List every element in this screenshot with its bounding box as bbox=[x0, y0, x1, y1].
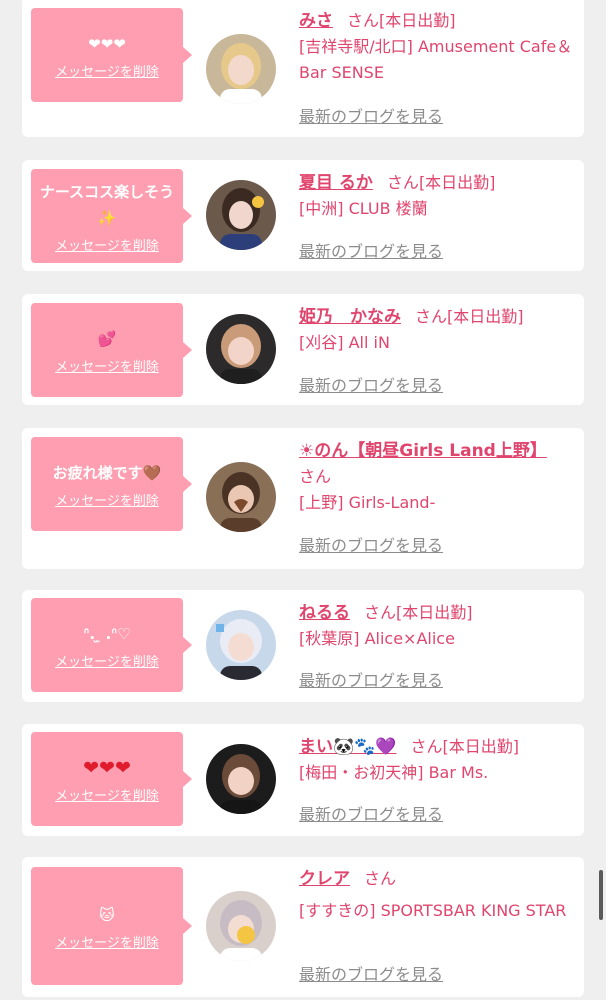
honorific: さん bbox=[415, 307, 448, 326]
cast-info: 姫乃 かなみ さん[本日出勤] [刈谷] All iN bbox=[299, 304, 577, 356]
message-card: ❤❤❤ メッセージを削除 みさ さん[本日出勤] [吉祥寺駅/北口] Amusem… bbox=[22, 0, 584, 137]
message-card: 💕 メッセージを削除 姫乃 かなみ さん[本日出勤] [刈谷] All iN 最新… bbox=[22, 294, 584, 405]
message-bubble: お疲れ様です🤎 メッセージを削除 bbox=[31, 437, 192, 531]
delete-message-link[interactable]: メッセージを削除 bbox=[55, 932, 159, 951]
shop-name: [刈谷] All iN bbox=[299, 333, 390, 352]
latest-blog-link[interactable]: 最新のブログを見る bbox=[299, 103, 443, 127]
cast-name-link[interactable]: ねるる bbox=[299, 603, 350, 623]
shop-name: [梅田・お初天神] Bar Ms. bbox=[299, 763, 489, 782]
delete-message-link[interactable]: メッセージを削除 bbox=[55, 235, 159, 254]
honorific: さん bbox=[386, 173, 419, 192]
message-feed: ❤❤❤ メッセージを削除 みさ さん[本日出勤] [吉祥寺駅/北口] Amusem… bbox=[0, 0, 606, 1000]
message-card: ❤❤❤ メッセージを削除 まい🐼🐾💜 さん[本日出勤] [梅田・お初天神] Bar… bbox=[22, 724, 584, 836]
message-bubble: ᐢ. ̫ .ᐢ♡ メッセージを削除 bbox=[31, 598, 192, 692]
delete-message-link[interactable]: メッセージを削除 bbox=[55, 651, 159, 670]
avatar[interactable] bbox=[206, 610, 276, 680]
avatar[interactable] bbox=[206, 744, 276, 814]
latest-blog-link[interactable]: 最新のブログを見る bbox=[299, 961, 443, 985]
message-bubble: ❤❤❤ メッセージを削除 bbox=[31, 8, 192, 102]
shop-name: [秋葉原] Alice×Alice bbox=[299, 629, 455, 648]
message-card: ᐢ. ̫ .ᐢ♡ メッセージを削除 ねるる さん[本日出勤] [秋葉原] Alic… bbox=[22, 590, 584, 702]
cast-info: ねるる さん[本日出勤] [秋葉原] Alice×Alice bbox=[299, 600, 577, 652]
shop-name: [すすきの] SPORTSBAR KING STAR bbox=[299, 901, 567, 920]
cast-name-link[interactable]: 夏目 るか bbox=[299, 173, 373, 193]
cast-info: 夏目 るか さん[本日出勤] [中洲] CLUB 楼蘭 bbox=[299, 170, 577, 222]
honorific: さん bbox=[364, 869, 397, 888]
status-badge: [本日出勤] bbox=[418, 173, 496, 192]
delete-message-link[interactable]: メッセージを削除 bbox=[55, 61, 159, 80]
cast-photo-icon bbox=[206, 610, 276, 680]
cast-name-link[interactable]: まい🐼🐾💜 bbox=[299, 737, 397, 757]
message-text: 💕 bbox=[97, 329, 117, 348]
message-bubble: 💕 メッセージを削除 bbox=[31, 303, 192, 397]
message-bubble: 🐱 メッセージを削除 bbox=[31, 867, 192, 985]
latest-blog-link[interactable]: 最新のブログを見る bbox=[299, 238, 443, 262]
shop-name: [吉祥寺駅/北口] Amusement Cafe＆Bar SENSE bbox=[299, 37, 573, 82]
message-text: ナースコス楽しそう✨ bbox=[39, 182, 175, 227]
cast-photo-icon bbox=[206, 462, 276, 532]
delete-message-link[interactable]: メッセージを削除 bbox=[55, 356, 159, 375]
cast-photo-icon bbox=[206, 744, 276, 814]
honorific: さん bbox=[299, 467, 332, 486]
cast-photo-icon bbox=[206, 180, 276, 250]
latest-blog-link[interactable]: 最新のブログを見る bbox=[299, 801, 443, 825]
message-text: ᐢ. ̫ .ᐢ♡ bbox=[83, 624, 131, 643]
cast-name-link[interactable]: みさ bbox=[299, 11, 333, 31]
message-card: お疲れ様です🤎 メッセージを削除 ☀のん【朝昼Girls Land上野】 さん [… bbox=[22, 428, 584, 569]
shop-name: [中洲] CLUB 楼蘭 bbox=[299, 199, 428, 218]
cast-info: みさ さん[本日出勤] [吉祥寺駅/北口] Amusement Cafe＆Bar … bbox=[299, 8, 577, 86]
cast-photo-icon bbox=[206, 34, 276, 104]
message-text: お疲れ様です🤎 bbox=[52, 463, 162, 482]
status-badge: [本日出勤] bbox=[379, 11, 456, 30]
message-bubble: ナースコス楽しそう✨ メッセージを削除 bbox=[31, 169, 192, 263]
avatar[interactable] bbox=[206, 891, 276, 961]
delete-message-link[interactable]: メッセージを削除 bbox=[55, 490, 159, 509]
scrollbar[interactable] bbox=[599, 870, 603, 920]
latest-blog-link[interactable]: 最新のブログを見る bbox=[299, 372, 443, 396]
status-badge: [本日出勤] bbox=[447, 307, 524, 326]
cast-info: クレア さん [すすきの] SPORTSBAR KING STAR bbox=[299, 866, 577, 924]
message-text: 🐱 bbox=[99, 905, 115, 924]
cast-name-link[interactable]: ☀のん【朝昼Girls Land上野】 bbox=[299, 441, 547, 461]
latest-blog-link[interactable]: 最新のブログを見る bbox=[299, 532, 443, 556]
message-text: ❤❤❤ bbox=[83, 756, 131, 779]
avatar[interactable] bbox=[206, 34, 276, 104]
cast-name-link[interactable]: クレア bbox=[299, 869, 350, 889]
cast-info: ☀のん【朝昼Girls Land上野】 さん [上野] Girls-Land- bbox=[299, 438, 577, 516]
message-card: ナースコス楽しそう✨ メッセージを削除 夏目 るか さん[本日出勤] [中洲] C… bbox=[22, 160, 584, 271]
shop-name: [上野] Girls-Land- bbox=[299, 493, 436, 512]
cast-photo-icon bbox=[206, 891, 276, 961]
avatar[interactable] bbox=[206, 462, 276, 532]
message-text: ❤❤❤ bbox=[88, 34, 126, 53]
cast-info: まい🐼🐾💜 さん[本日出勤] [梅田・お初天神] Bar Ms. bbox=[299, 734, 577, 786]
latest-blog-link[interactable]: 最新のブログを見る bbox=[299, 667, 443, 691]
avatar[interactable] bbox=[206, 180, 276, 250]
cast-name-link[interactable]: 姫乃 かなみ bbox=[299, 307, 401, 327]
message-card: 🐱 メッセージを削除 クレア さん [すすきの] SPORTSBAR KING S… bbox=[22, 857, 584, 997]
delete-message-link[interactable]: メッセージを削除 bbox=[55, 785, 159, 804]
status-badge: [本日出勤] bbox=[396, 603, 473, 622]
honorific: さん bbox=[364, 603, 397, 622]
avatar[interactable] bbox=[206, 314, 276, 384]
message-bubble: ❤❤❤ メッセージを削除 bbox=[31, 732, 192, 826]
status-badge: [本日出勤] bbox=[442, 737, 520, 756]
cast-photo-icon bbox=[206, 314, 276, 384]
honorific: さん bbox=[347, 11, 380, 30]
honorific: さん bbox=[410, 737, 443, 756]
